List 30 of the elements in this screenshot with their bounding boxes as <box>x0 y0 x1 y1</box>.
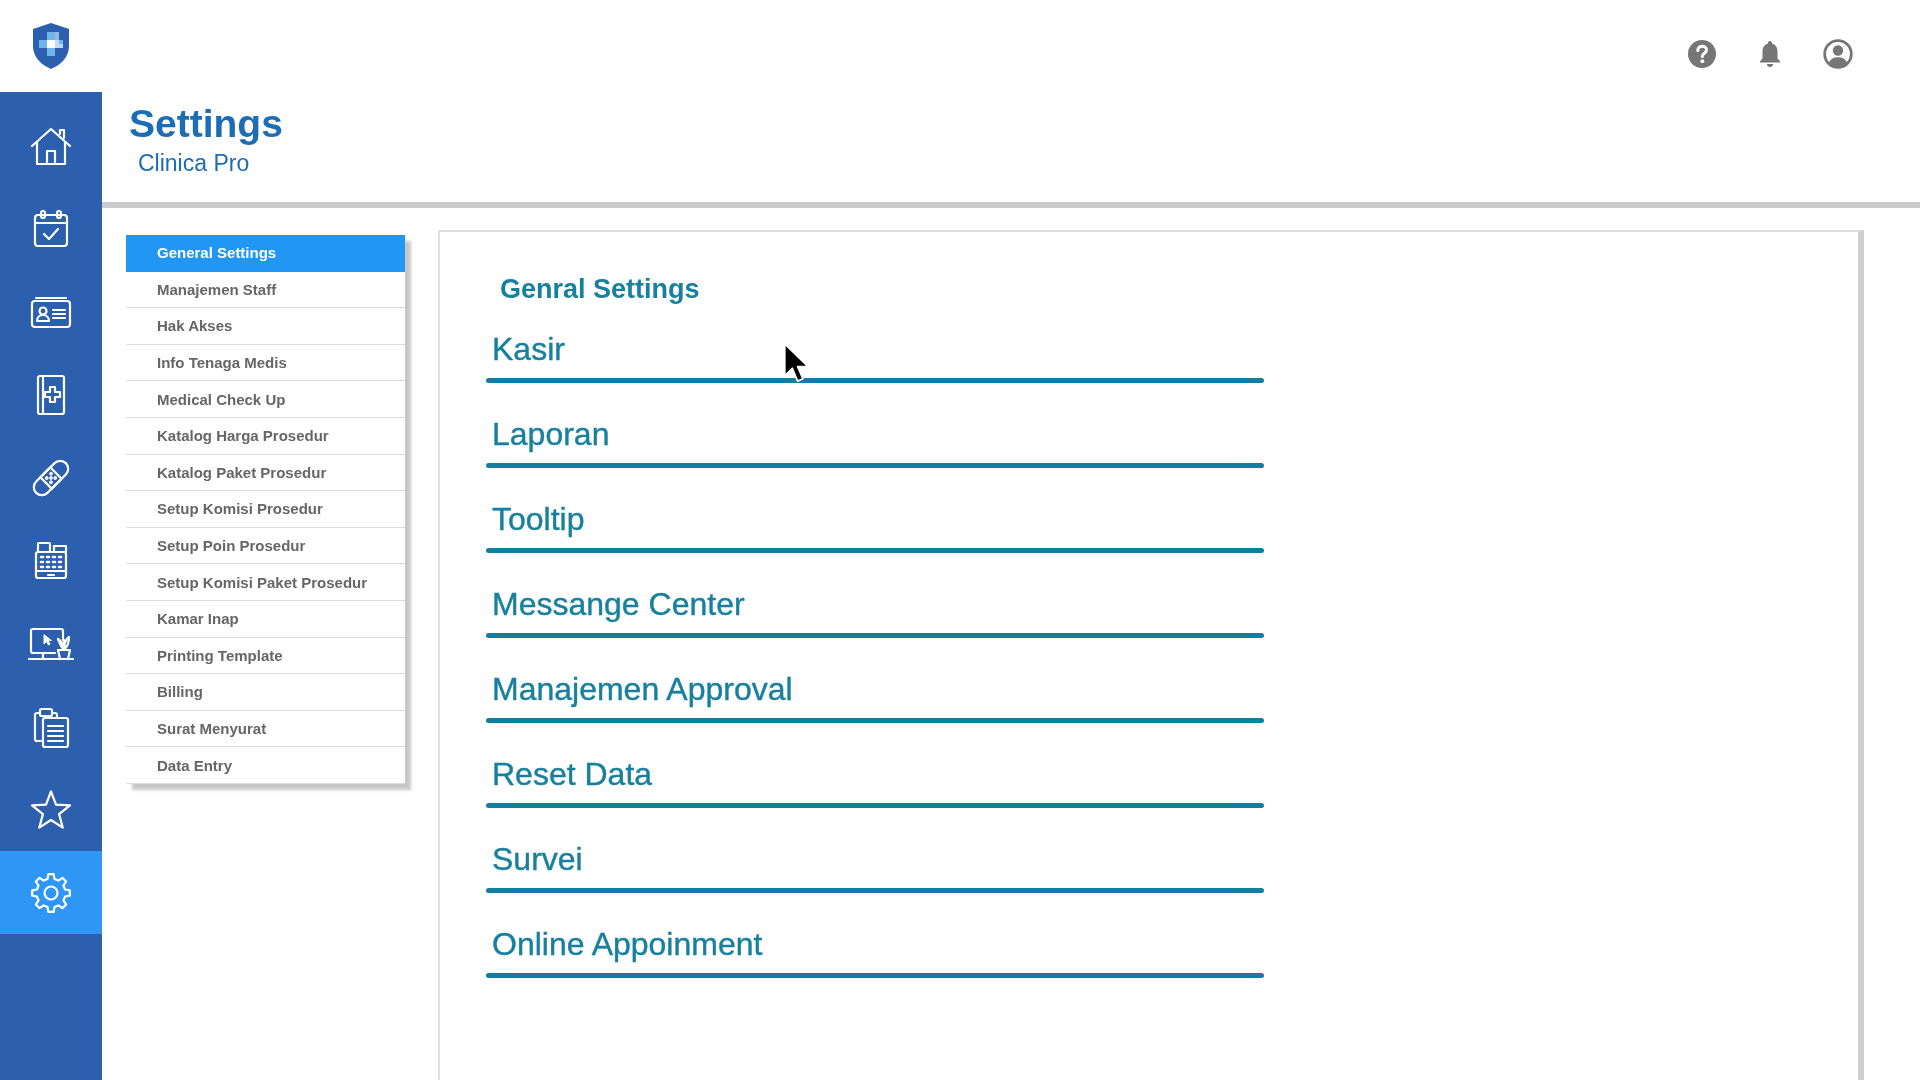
settings-menu-item[interactable]: Billing <box>126 674 405 711</box>
settings-menu-item[interactable]: Katalog Paket Prosedur <box>126 454 405 492</box>
panel-title: Genral Settings <box>500 273 700 305</box>
settings-menu-item[interactable]: Medical Check Up <box>126 381 405 418</box>
section-heading[interactable]: Laporan <box>492 414 610 454</box>
settings-menu-item[interactable]: General Settings <box>126 235 405 272</box>
settings-menu-item[interactable]: Setup Poin Prosedur <box>126 527 405 565</box>
help-icon[interactable] <box>1687 39 1717 69</box>
settings-menu-item[interactable]: Printing Template <box>126 637 405 675</box>
page-title: Settings <box>129 101 283 147</box>
section-heading[interactable]: Messange Center <box>492 584 745 624</box>
shield-logo-icon <box>31 22 71 70</box>
settings-menu-item[interactable]: Setup Komisi Paket Prosedur <box>126 564 405 601</box>
section-heading[interactable]: Survei <box>492 839 583 879</box>
sidebar-nav-button[interactable] <box>0 851 102 934</box>
settings-menu-item[interactable]: Setup Komisi Prosedur <box>126 491 405 528</box>
page-subtitle: Clinica Pro <box>138 149 250 177</box>
settings-menu-item[interactable]: Kamar Inap <box>126 600 405 638</box>
settings-menu-item[interactable]: Manajemen Staff <box>126 271 405 309</box>
section-heading[interactable]: Tooltip <box>492 499 585 539</box>
section-heading[interactable]: Manajemen Approval <box>492 669 793 709</box>
settings-menu-item[interactable]: Surat Menyurat <box>126 710 405 748</box>
user-account-icon[interactable] <box>1823 39 1853 69</box>
section-heading[interactable]: Online Appoinment <box>492 924 763 964</box>
settings-menu-item[interactable]: Info Tenaga Medis <box>126 344 405 382</box>
settings-menu-item[interactable]: Katalog Harga Prosedur <box>126 417 405 455</box>
section-heading[interactable]: Reset Data <box>492 754 653 794</box>
section-heading[interactable]: Kasir <box>492 329 565 369</box>
settings-menu-item[interactable]: Data Entry <box>126 747 405 784</box>
settings-menu-item[interactable]: Hak Akses <box>126 308 405 345</box>
